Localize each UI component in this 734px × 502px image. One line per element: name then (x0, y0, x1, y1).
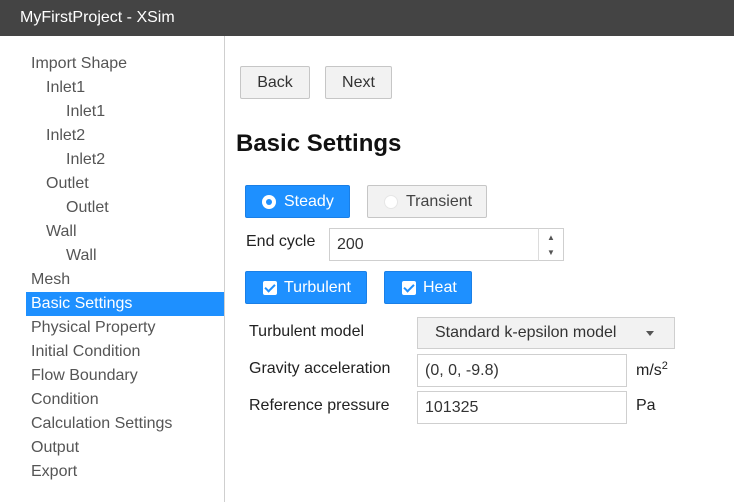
turbulent-model-label: Turbulent model (249, 323, 365, 340)
heat-label: Heat (423, 278, 457, 296)
sidebar-item-initial-condition[interactable]: Initial Condition (26, 340, 224, 364)
steady-radio-button[interactable]: Steady (245, 185, 350, 218)
sidebar: Import Shape Inlet1 Inlet1 Inlet2 Inlet2 Outl… (0, 36, 225, 502)
heat-checkbox[interactable]: Heat (384, 271, 472, 304)
sidebar-tree: Import Shape Inlet1 Inlet1 Inlet2 Inlet2 Outl… (26, 52, 224, 484)
end-cycle-input[interactable]: 200 (329, 228, 539, 261)
sidebar-item-physical-property[interactable]: Physical Property (26, 316, 224, 340)
steady-label: Steady (284, 192, 334, 210)
sidebar-item-inlet2[interactable]: Inlet2 (26, 148, 224, 172)
end-cycle-label: End cycle (246, 233, 316, 250)
sidebar-item-output[interactable]: Output (26, 436, 224, 460)
next-button[interactable]: Next (325, 66, 392, 99)
sidebar-item-inlet2[interactable]: Inlet2 (26, 124, 224, 148)
sidebar-item-mesh[interactable]: Mesh (26, 268, 224, 292)
sidebar-item-export[interactable]: Export (26, 460, 224, 484)
window-title: MyFirstProject - XSim (0, 0, 734, 36)
spin-up-icon[interactable]: ▲ (539, 230, 563, 245)
spin-down-icon[interactable]: ▼ (539, 245, 563, 260)
back-button[interactable]: Back (240, 66, 310, 99)
dropdown-caret-icon (646, 331, 654, 336)
radio-selected-icon (262, 194, 276, 209)
sidebar-item-condition[interactable]: Condition (26, 388, 224, 412)
turbulent-model-select[interactable]: Standard k-epsilon model (417, 317, 675, 349)
radio-unselected-icon (384, 194, 398, 209)
checkmark-icon (263, 280, 277, 295)
sidebar-item-outlet[interactable]: Outlet (26, 196, 224, 220)
reference-pressure-input[interactable]: 101325 (417, 391, 627, 424)
sidebar-item-outlet[interactable]: Outlet (26, 172, 224, 196)
sidebar-item-inlet1[interactable]: Inlet1 (26, 100, 224, 124)
sidebar-item-wall[interactable]: Wall (26, 220, 224, 244)
sidebar-item-wall[interactable]: Wall (26, 244, 224, 268)
sidebar-item-flow-boundary[interactable]: Flow Boundary (26, 364, 224, 388)
sidebar-item-basic-settings[interactable]: Basic Settings (26, 292, 224, 316)
gravity-unit: m/s2 (636, 360, 668, 379)
end-cycle-spinner: ▲ ▼ (538, 228, 564, 261)
turbulent-checkbox[interactable]: Turbulent (245, 271, 367, 304)
sidebar-item-inlet1[interactable]: Inlet1 (26, 76, 224, 100)
turbulent-model-value: Standard k-epsilon model (435, 324, 617, 341)
checkmark-icon (402, 280, 416, 295)
transient-label: Transient (406, 192, 473, 210)
gravity-input[interactable]: (0, 0, -9.8) (417, 354, 627, 387)
gravity-label: Gravity acceleration (249, 360, 391, 377)
sidebar-item-calculation-settings[interactable]: Calculation Settings (26, 412, 224, 436)
pressure-unit: Pa (636, 397, 656, 414)
page-title: Basic Settings (236, 130, 402, 157)
turbulent-label: Turbulent (284, 278, 351, 296)
sidebar-item-import-shape[interactable]: Import Shape (26, 52, 224, 76)
main-panel: Back Next Basic Settings Steady Transien… (226, 36, 734, 502)
transient-radio-button[interactable]: Transient (367, 185, 487, 218)
reference-pressure-label: Reference pressure (249, 397, 390, 414)
